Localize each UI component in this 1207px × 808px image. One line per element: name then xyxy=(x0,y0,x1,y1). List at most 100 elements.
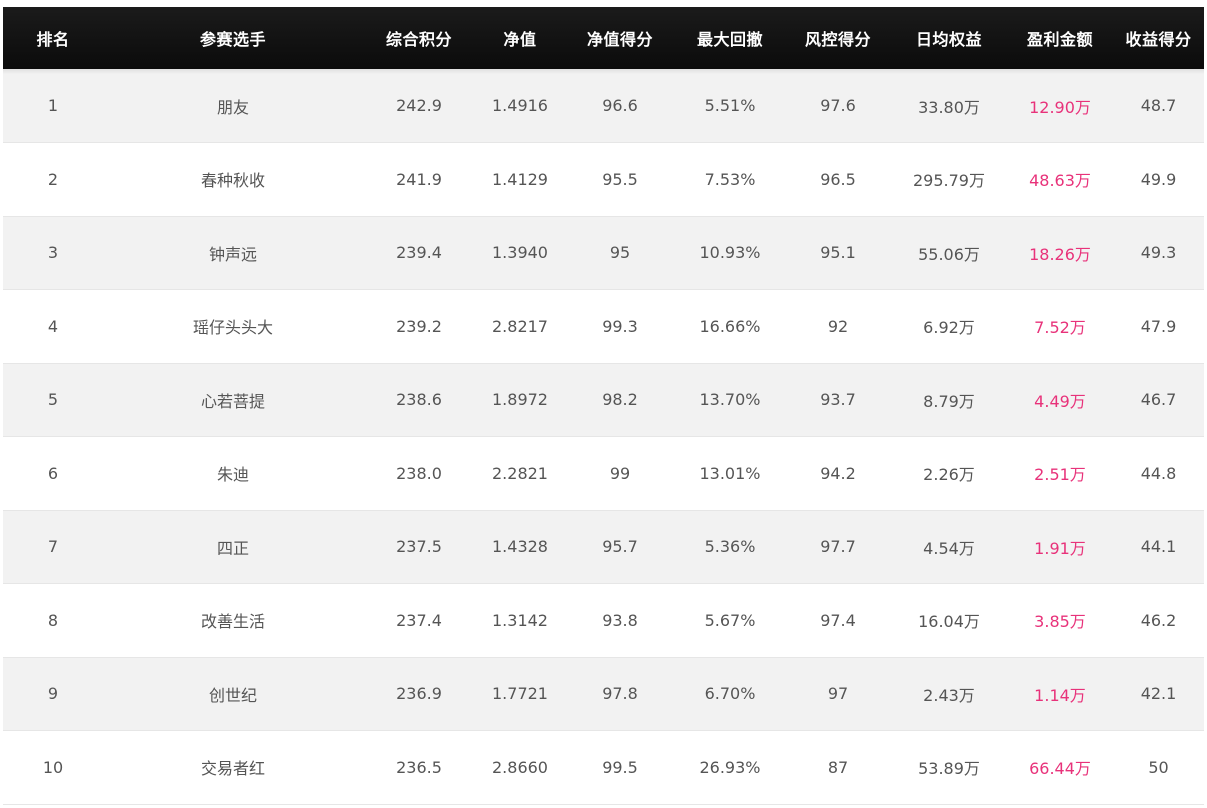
risk-score-cell: 95.1 xyxy=(820,243,856,263)
rank-cell: 5 xyxy=(47,390,59,410)
profit-amount-cell: 66.44万 xyxy=(1029,759,1091,779)
net-value-cell: 1.8972 xyxy=(492,390,548,410)
contestant-cell: 钟声远 xyxy=(208,244,257,264)
net-value-score-cell: 98.2 xyxy=(602,390,638,410)
max-drawdown-cell: 13.01% xyxy=(699,463,761,483)
max-drawdown-cell: 5.51% xyxy=(704,96,756,115)
table-row: 10 交易者红 236.5 2.8660 99.5 26.93% 87 53.89万 66.44… xyxy=(3,730,1204,804)
total-score-cell: 238.6 xyxy=(396,390,442,410)
net-value-cell: 1.3940 xyxy=(492,243,548,263)
daily-equity-cell: 4.54万 xyxy=(923,538,975,558)
net-value-cell: 1.3142 xyxy=(492,610,548,630)
net-value-cell: 2.8217 xyxy=(492,316,548,336)
table-body: 1 朋友 242.9 1.4916 96.6 5.51% 97.6 33.80万 12.90万 4… xyxy=(3,69,1204,804)
net-value-score-cell: 99.5 xyxy=(602,757,638,777)
max-drawdown-cell: 10.93% xyxy=(699,243,761,263)
total-score-cell: 237.5 xyxy=(396,537,442,557)
profit-amount-cell: 18.26万 xyxy=(1029,244,1091,264)
contestant-cell: 改善生活 xyxy=(200,612,265,632)
table-row: 8 改善生活 237.4 1.3142 93.8 5.67% 97.4 16.04万 3.85万… xyxy=(3,583,1204,657)
header-daily-equity: 日均权益 xyxy=(915,30,982,49)
rank-cell: 7 xyxy=(47,537,59,557)
rank-cell: 3 xyxy=(47,243,59,263)
contestant-cell: 创世纪 xyxy=(208,685,257,705)
daily-equity-cell: 8.79万 xyxy=(923,391,975,411)
profit-amount-cell: 1.91万 xyxy=(1034,538,1086,558)
header-rank: 排名 xyxy=(36,30,70,49)
risk-score-cell: 97 xyxy=(827,684,849,704)
total-score-cell: 238.0 xyxy=(396,463,442,483)
net-value-score-cell: 97.8 xyxy=(602,684,638,704)
max-drawdown-cell: 5.67% xyxy=(704,610,756,630)
table-row: 5 心若菩提 238.6 1.8972 98.2 13.70% 93.7 8.79万 4.49万… xyxy=(3,363,1204,437)
net-value-cell: 2.8660 xyxy=(492,757,548,777)
risk-score-cell: 97.6 xyxy=(820,96,856,115)
table-row: 9 创世纪 236.9 1.7721 97.8 6.70% 97 2.43万 1.14万 42.1 xyxy=(3,657,1204,731)
ranking-table: 排名 参赛选手 综合积分 净值 净值得分 最大回撤 风控得分 日均权益 盈利金额… xyxy=(3,7,1204,805)
rank-cell: 8 xyxy=(47,610,59,630)
profit-amount-cell: 3.85万 xyxy=(1034,612,1086,632)
header-net-value: 净值 xyxy=(503,30,537,49)
net-value-score-cell: 93.8 xyxy=(602,610,638,630)
rank-cell: 2 xyxy=(47,169,59,189)
header-row: 排名 参赛选手 综合积分 净值 净值得分 最大回撤 风控得分 日均权益 盈利金额… xyxy=(3,7,1204,69)
return-score-cell: 48.7 xyxy=(1140,96,1177,115)
daily-equity-cell: 16.04万 xyxy=(918,612,980,632)
net-value-score-cell: 96.6 xyxy=(602,96,638,115)
profit-amount-cell: 48.63万 xyxy=(1029,171,1091,191)
table-row: 3 钟声远 239.4 1.3940 95 10.93% 95.1 55.06万 18.26万 4… xyxy=(3,216,1204,290)
risk-score-cell: 94.2 xyxy=(820,463,856,483)
table-row: 7 四正 237.5 1.4328 95.7 5.36% 97.7 4.54万 1.91万 44.… xyxy=(3,510,1204,584)
profit-amount-cell: 1.14万 xyxy=(1034,685,1086,705)
rank-cell: 10 xyxy=(42,757,64,777)
contestant-cell: 交易者红 xyxy=(200,759,265,779)
profit-amount-cell: 4.49万 xyxy=(1034,391,1086,411)
return-score-cell: 46.7 xyxy=(1140,390,1177,410)
net-value-score-cell: 99.3 xyxy=(602,316,638,336)
total-score-cell: 236.5 xyxy=(396,757,442,777)
header-return-score: 收益得分 xyxy=(1125,30,1192,49)
net-value-cell: 1.4129 xyxy=(492,169,548,189)
table-row: 6 朱迪 238.0 2.2821 99 13.01% 94.2 2.26万 2.51万 44.8 xyxy=(3,436,1204,510)
total-score-cell: 236.9 xyxy=(396,684,442,704)
daily-equity-cell: 295.79万 xyxy=(913,171,985,191)
net-value-score-cell: 99 xyxy=(609,463,631,483)
risk-score-cell: 97.4 xyxy=(820,610,856,630)
contestant-cell: 朋友 xyxy=(216,97,249,117)
risk-score-cell: 96.5 xyxy=(820,169,856,189)
return-score-cell: 50 xyxy=(1148,757,1169,777)
return-score-cell: 46.2 xyxy=(1140,610,1177,630)
net-value-cell: 2.2821 xyxy=(492,463,548,483)
contestant-cell: 春种秋收 xyxy=(200,171,265,191)
table-row: 1 朋友 242.9 1.4916 96.6 5.51% 97.6 33.80万 12.90万 4… xyxy=(3,69,1204,143)
table-header: 排名 参赛选手 综合积分 净值 净值得分 最大回撤 风控得分 日均权益 盈利金额… xyxy=(3,7,1204,69)
contestant-cell: 心若菩提 xyxy=(200,391,265,411)
risk-score-cell: 97.7 xyxy=(820,537,856,557)
contestant-cell: 四正 xyxy=(216,538,249,558)
header-total-score: 综合积分 xyxy=(385,30,452,49)
header-risk-score: 风控得分 xyxy=(804,30,871,49)
total-score-cell: 239.2 xyxy=(396,316,442,336)
profit-amount-cell: 12.90万 xyxy=(1029,97,1091,117)
daily-equity-cell: 55.06万 xyxy=(918,244,980,264)
total-score-cell: 241.9 xyxy=(396,169,442,189)
max-drawdown-cell: 5.36% xyxy=(704,537,756,557)
max-drawdown-cell: 26.93% xyxy=(699,757,761,777)
contestant-cell: 瑶仔头头大 xyxy=(192,318,273,338)
profit-amount-cell: 7.52万 xyxy=(1034,318,1086,338)
leaderboard-page: 排名 参赛选手 综合积分 净值 净值得分 最大回撤 风控得分 日均权益 盈利金额… xyxy=(0,0,1207,808)
net-value-score-cell: 95 xyxy=(609,243,631,263)
rank-cell: 4 xyxy=(47,316,59,336)
total-score-cell: 242.9 xyxy=(396,96,442,115)
net-value-cell: 1.4916 xyxy=(492,96,548,115)
total-score-cell: 239.4 xyxy=(396,243,442,263)
daily-equity-cell: 2.26万 xyxy=(923,465,975,485)
header-profit-amount: 盈利金额 xyxy=(1026,30,1093,49)
daily-equity-cell: 6.92万 xyxy=(923,318,975,338)
return-score-cell: 44.8 xyxy=(1140,463,1177,483)
max-drawdown-cell: 6.70% xyxy=(704,684,756,704)
net-value-cell: 1.4328 xyxy=(492,537,548,557)
daily-equity-cell: 2.43万 xyxy=(923,685,975,705)
table-row: 2 春种秋收 241.9 1.4129 95.5 7.53% 96.5 295.79万 48.6… xyxy=(3,142,1204,216)
net-value-score-cell: 95.5 xyxy=(602,169,638,189)
